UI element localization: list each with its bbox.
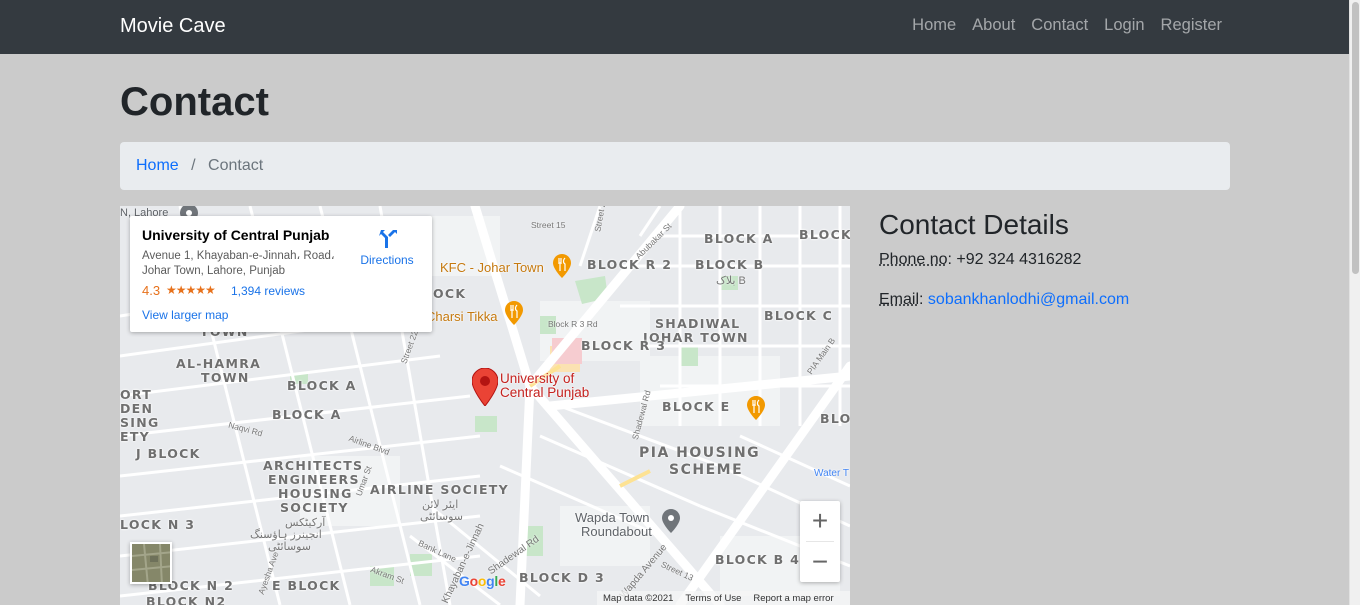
map-label-area: J BLOCK: [136, 446, 201, 461]
directions-button[interactable]: Directions: [352, 228, 422, 267]
view-larger-map-link[interactable]: View larger map: [142, 308, 228, 322]
map-label-area: LOCK N 3: [120, 517, 196, 532]
map-label-area: ARCHITECTS: [263, 458, 364, 473]
email-row: Email: sobankhanlodhi@gmail.com: [879, 291, 1129, 309]
navbar: Movie Cave Home About Contact Login Regi…: [0, 0, 1349, 54]
label-colon: :: [919, 291, 924, 308]
nav-links: Home About Contact Login Register: [896, 16, 1222, 35]
map-label-area: AIRLINE SOCIETY: [370, 482, 509, 497]
email-label: Email: [879, 291, 920, 308]
map-label-area: BLOCK R 3: [581, 338, 667, 353]
place-name: University of Central Punjab: [142, 227, 330, 243]
reviews-link[interactable]: 1,394 reviews: [231, 284, 305, 298]
rating-stars-icon: ★★★★★: [166, 283, 216, 297]
map-label-area: BLOCK A: [287, 378, 357, 393]
map-label-area: SING: [120, 415, 160, 430]
phone-row: Phone no: +92 324 4316282: [879, 251, 1081, 269]
map-street-label: Street 15: [531, 220, 566, 230]
map-label-area: BLOCK N2: [146, 594, 227, 605]
phone-label: Phone no: [879, 251, 948, 268]
map-label-area: SOCIETY: [280, 500, 349, 515]
map-label-area: ORT: [120, 387, 153, 402]
map-street-label: Block R 3 Rd: [548, 319, 598, 329]
poi-label-water[interactable]: Water T: [814, 468, 849, 479]
breadcrumb-current: Contact: [208, 157, 264, 174]
zoom-in-button[interactable]: +: [800, 501, 840, 541]
satellite-toggle-button[interactable]: [130, 542, 172, 584]
map-label-area: DEN: [120, 401, 154, 416]
phone-value: +92 324 4316282: [956, 251, 1082, 268]
directions-icon: [379, 230, 397, 248]
map-label-area: HOUSING: [278, 486, 353, 501]
map-label-area: TOWN: [201, 370, 250, 385]
nav-link-login[interactable]: Login: [1104, 16, 1144, 35]
place-address: Avenue 1, Khayaban-e-Jinnah، Road، Johar …: [142, 250, 335, 277]
label-colon: :: [947, 251, 952, 268]
satellite-thumbnail-icon: [132, 544, 170, 582]
map-label-area: BLOCK C: [764, 308, 834, 323]
nav-link-contact[interactable]: Contact: [1031, 16, 1088, 35]
page-title: Contact: [120, 80, 269, 124]
directions-label: Directions: [360, 253, 414, 267]
map-data-text: Map data ©2021: [603, 592, 674, 604]
map-label-area: BLOCK D 3: [519, 570, 606, 585]
map-label-area: PIA HOUSING: [639, 445, 761, 461]
map-attribution: Map data ©2021 Terms of Use Report a map…: [597, 591, 850, 605]
brand-link[interactable]: Movie Cave: [120, 15, 226, 38]
report-map-error-link[interactable]: Report a map error: [753, 593, 833, 604]
map-label-area: AL-HAMRA: [176, 356, 262, 371]
google-logo: Google: [459, 573, 506, 589]
breadcrumb: Home / Contact: [120, 142, 1230, 190]
marker-label: University of Central Punjab: [500, 371, 590, 400]
google-map[interactable]: BLOCK A BLOCK BLOCK R 2 BLOCK B بلاک B O…: [120, 206, 850, 605]
map-label-area: BLO: [820, 411, 850, 426]
poi-label-wapda[interactable]: Roundabout: [581, 524, 652, 539]
map-label-area: BLOCK: [799, 227, 850, 242]
location-marker-icon[interactable]: [472, 368, 498, 406]
map-label-area: BLOCK R 2: [587, 257, 673, 272]
zoom-controls: + −: [800, 501, 840, 582]
map-label-area: E BLOCK: [272, 578, 341, 593]
breadcrumb-home-link[interactable]: Home: [136, 157, 179, 174]
place-rating: 4.3: [142, 283, 161, 298]
map-label-area: BLOCK A: [704, 231, 774, 246]
poi-label-charsi[interactable]: Charsi Tikka: [426, 309, 498, 324]
breadcrumb-separator: /: [191, 157, 196, 174]
nav-link-home[interactable]: Home: [912, 16, 956, 35]
nav-link-about[interactable]: About: [972, 16, 1015, 35]
contact-details-title: Contact Details: [879, 209, 1069, 240]
map-label-area: BLOCK A: [272, 407, 342, 422]
page-scrollbar[interactable]: [1349, 0, 1360, 605]
email-link[interactable]: sobankhanlodhi@gmail.com: [928, 291, 1129, 308]
map-label-area: BLOCK B: [695, 257, 765, 272]
nav-link-register[interactable]: Register: [1161, 16, 1222, 35]
map-label-area: BLOCK E: [662, 399, 731, 414]
poi-label-wapda[interactable]: Wapda Town: [575, 510, 649, 525]
scrollbar-thumb[interactable]: [1352, 2, 1359, 274]
map-label-area: SCHEME: [669, 462, 744, 478]
map-label-area: ETY: [120, 429, 151, 444]
map-label-area: SHADIWAL: [655, 316, 741, 331]
restaurant-pin-icon[interactable]: [747, 396, 765, 420]
map-label-area: ENGINEERS: [268, 472, 360, 487]
map-label-area: OCK: [433, 286, 467, 301]
terms-of-use-link[interactable]: Terms of Use: [685, 593, 741, 604]
landmark-pin-icon[interactable]: [662, 509, 680, 533]
map-label-area: BLOCK B 4: [715, 552, 801, 567]
map-label-urdu: سوسائٹی: [420, 511, 464, 523]
poi-label-kfc[interactable]: KFC - Johar Town: [440, 260, 544, 275]
restaurant-pin-icon[interactable]: [505, 301, 523, 325]
restaurant-pin-icon[interactable]: [553, 254, 571, 278]
place-info-card: University of Central Punjab Avenue 1, K…: [130, 216, 432, 332]
zoom-out-button[interactable]: −: [800, 542, 840, 582]
map-label-urdu: بلاک B: [716, 275, 746, 287]
